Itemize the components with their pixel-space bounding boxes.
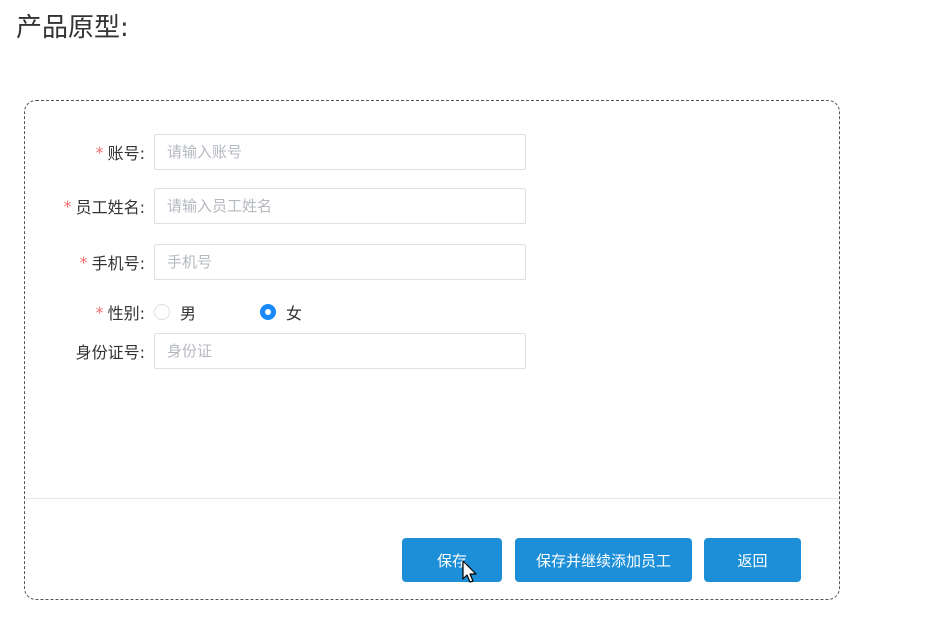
form-row-employee-name: * 员工姓名: bbox=[25, 187, 526, 225]
id-card-input[interactable] bbox=[154, 333, 526, 369]
gender-option-label: 男 bbox=[180, 304, 197, 323]
save-and-continue-button[interactable]: 保存并继续添加员工 bbox=[515, 538, 692, 582]
page-title: 产品原型: bbox=[16, 13, 129, 43]
form-row-phone: * 手机号: bbox=[25, 243, 526, 281]
phone-label: 手机号: bbox=[91, 254, 145, 273]
required-mark: * bbox=[63, 196, 72, 216]
phone-input[interactable] bbox=[154, 244, 526, 280]
employee-form-card: * 账号: * 员工姓名: * 手机号: * 性别: 男 bbox=[24, 100, 840, 600]
employee-name-input[interactable] bbox=[154, 188, 526, 224]
gender-label-wrap: * 性别: bbox=[25, 293, 145, 331]
gender-option-label: 女 bbox=[286, 304, 303, 323]
required-mark: * bbox=[95, 142, 104, 162]
employee-name-label: 员工姓名: bbox=[75, 198, 145, 217]
gender-radio-female[interactable]: 女 bbox=[260, 300, 302, 324]
phone-label-wrap: * 手机号: bbox=[25, 243, 145, 281]
radio-checked-icon[interactable] bbox=[260, 304, 277, 320]
required-mark: * bbox=[95, 302, 104, 322]
back-button[interactable]: 返回 bbox=[704, 538, 801, 582]
account-input[interactable] bbox=[154, 134, 526, 170]
footer-divider bbox=[25, 498, 839, 499]
form-row-account: * 账号: bbox=[25, 133, 526, 171]
id-card-label: 身份证号: bbox=[75, 343, 145, 362]
form-row-gender: * 性别: 男 女 bbox=[25, 293, 302, 331]
employee-name-label-wrap: * 员工姓名: bbox=[25, 187, 145, 225]
radio-unchecked-icon[interactable] bbox=[154, 304, 170, 320]
required-mark: * bbox=[79, 252, 88, 272]
account-label: 账号: bbox=[107, 144, 145, 163]
account-label-wrap: * 账号: bbox=[25, 133, 145, 171]
gender-radio-male[interactable]: 男 bbox=[154, 300, 196, 324]
gender-radio-group: 男 女 bbox=[154, 293, 302, 331]
save-button[interactable]: 保存 bbox=[402, 538, 502, 582]
mouse-pointer-icon bbox=[462, 560, 477, 583]
gender-label: 性别: bbox=[107, 304, 145, 323]
form-row-id-card: 身份证号: bbox=[25, 332, 526, 370]
id-card-label-wrap: 身份证号: bbox=[25, 332, 145, 370]
